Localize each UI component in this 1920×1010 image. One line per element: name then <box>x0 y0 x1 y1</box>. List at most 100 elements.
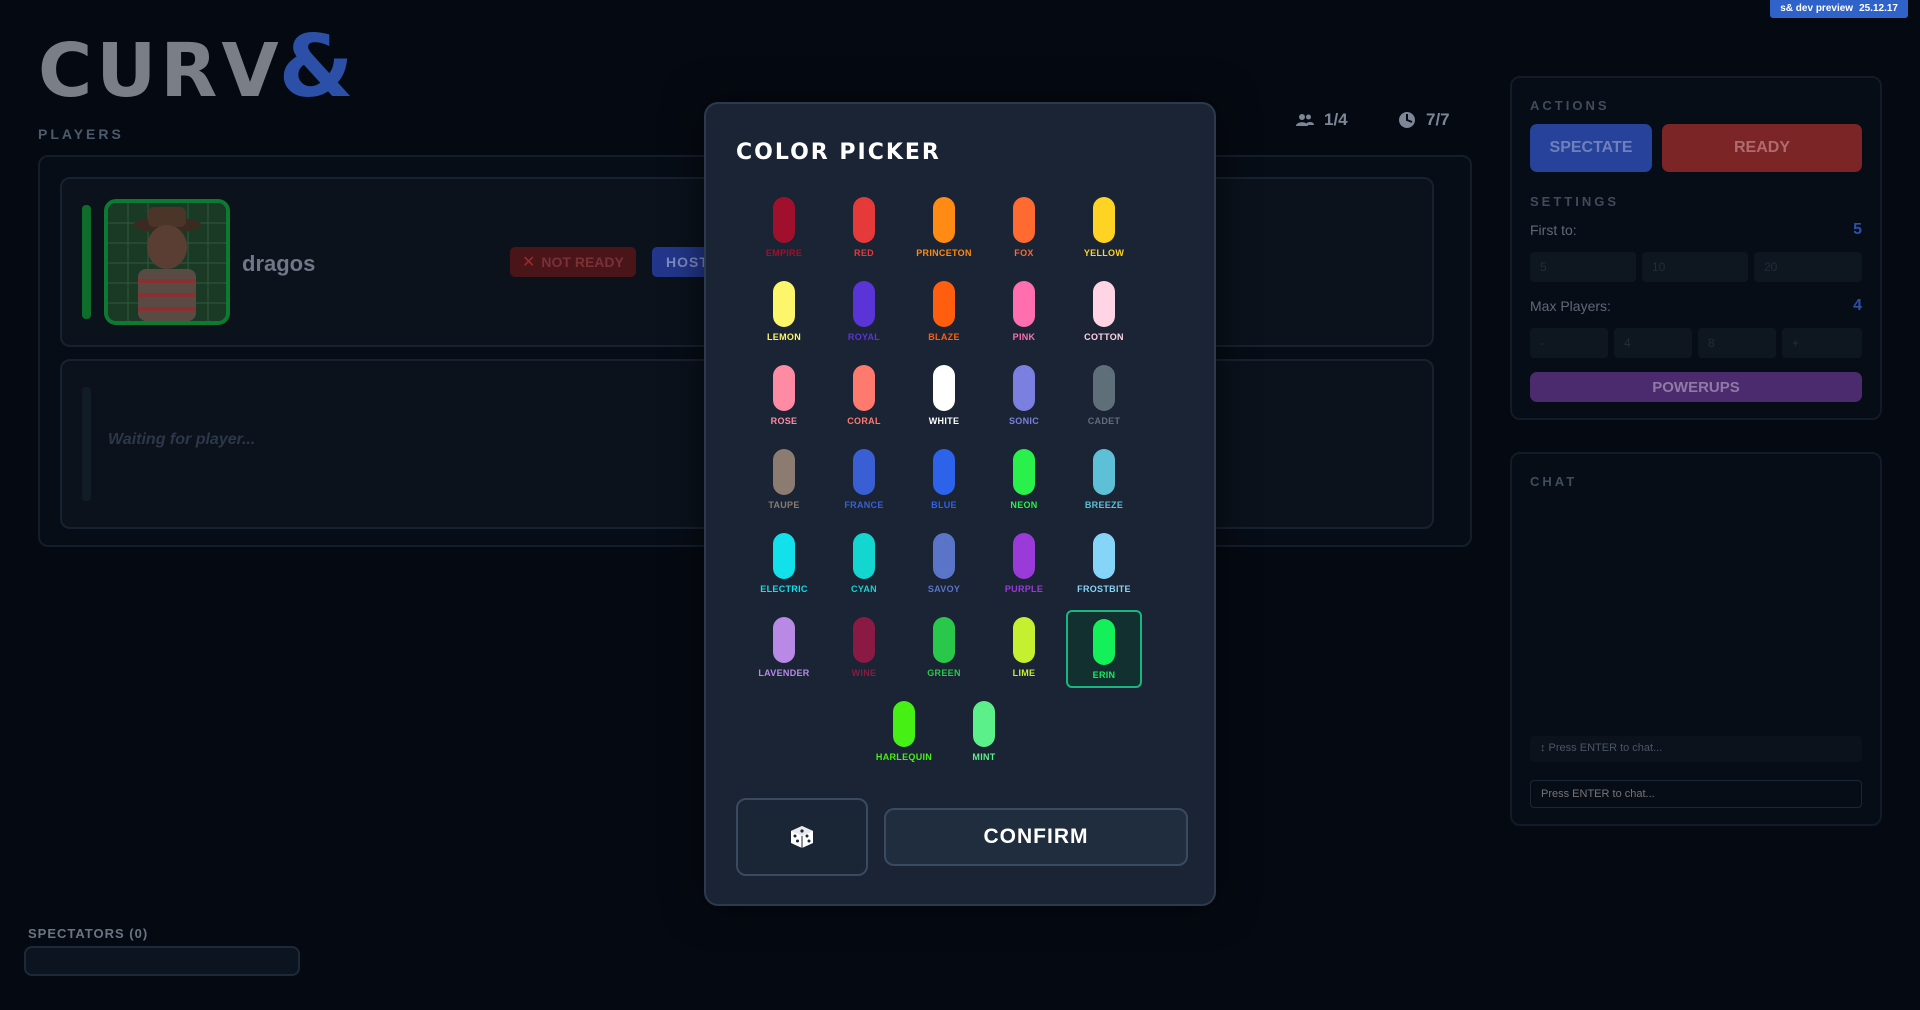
confirm-button[interactable]: CONFIRM <box>884 808 1188 866</box>
player-color-bar <box>82 205 91 319</box>
color-swatch <box>893 701 915 747</box>
avatar-image <box>108 203 226 321</box>
color-swatch <box>933 281 955 327</box>
color-swatch <box>773 281 795 327</box>
color-option-cyan[interactable]: CYAN <box>826 526 902 604</box>
color-swatch <box>1013 365 1035 411</box>
color-option-lemon[interactable]: LEMON <box>746 274 822 352</box>
color-option-white[interactable]: WHITE <box>906 358 982 436</box>
color-option-france[interactable]: FRANCE <box>826 442 902 520</box>
spectate-button[interactable]: SPECTATE <box>1530 124 1652 172</box>
avatar[interactable] <box>104 199 230 325</box>
first-to-option[interactable]: 10 <box>1642 252 1748 282</box>
color-option-lavender[interactable]: LAVENDER <box>746 610 822 688</box>
ready-button[interactable]: READY <box>1662 124 1862 172</box>
color-option-pink[interactable]: PINK <box>986 274 1062 352</box>
spectators-heading: SPECTATORS (0) <box>28 926 149 941</box>
color-swatch <box>1093 533 1115 579</box>
color-label: PURPLE <box>1004 584 1044 594</box>
color-option-red[interactable]: RED <box>826 190 902 268</box>
color-option-cotton[interactable]: COTTON <box>1066 274 1142 352</box>
color-label: GREEN <box>927 668 961 678</box>
chat-input[interactable] <box>1530 780 1862 808</box>
color-swatch <box>773 533 795 579</box>
color-option-cadet[interactable]: CADET <box>1066 358 1142 436</box>
color-option-coral[interactable]: CORAL <box>826 358 902 436</box>
actions-panel: ACTIONS SPECTATE READY SETTINGS First to… <box>1510 76 1882 420</box>
first-to-value: 5 <box>1853 221 1862 238</box>
powerups-button[interactable]: POWERUPS <box>1530 372 1862 402</box>
max-players-option[interactable]: 8 <box>1698 328 1776 358</box>
color-swatch <box>1013 281 1035 327</box>
color-swatch <box>773 365 795 411</box>
color-option-electric[interactable]: ELECTRIC <box>746 526 822 604</box>
color-swatch <box>1013 617 1035 663</box>
status-badge: ✕ NOT READY <box>510 247 636 277</box>
color-label: BREEZE <box>1084 500 1124 510</box>
settings-heading: SETTINGS <box>1530 194 1620 209</box>
color-option-yellow[interactable]: YELLOW <box>1066 190 1142 268</box>
color-swatch <box>1093 281 1115 327</box>
color-option-taupe[interactable]: TAUPE <box>746 442 822 520</box>
color-option-wine[interactable]: WINE <box>826 610 902 688</box>
color-label: LIME <box>1012 668 1036 678</box>
color-swatch <box>1013 533 1035 579</box>
color-label: NEON <box>1010 500 1038 510</box>
color-swatch <box>853 281 875 327</box>
color-option-frostbite[interactable]: FROSTBITE <box>1066 526 1142 604</box>
logo-ampersand: & <box>278 17 358 117</box>
color-option-neon[interactable]: NEON <box>986 442 1062 520</box>
color-option-purple[interactable]: PURPLE <box>986 526 1062 604</box>
round-icon <box>1399 112 1415 128</box>
color-swatch <box>773 197 795 243</box>
color-label: BLUE <box>931 500 957 510</box>
first-to-label: First to: <box>1530 222 1577 238</box>
random-color-button[interactable] <box>736 798 868 876</box>
color-swatch <box>1093 449 1115 495</box>
color-option-blue[interactable]: BLUE <box>906 442 982 520</box>
color-swatch <box>1093 619 1115 665</box>
color-option-princeton[interactable]: PRINCETON <box>906 190 982 268</box>
color-option-fox[interactable]: FOX <box>986 190 1062 268</box>
color-swatch <box>853 617 875 663</box>
color-label: YELLOW <box>1083 248 1125 258</box>
color-option-blaze[interactable]: BLAZE <box>906 274 982 352</box>
max-players-option[interactable]: 4 <box>1614 328 1692 358</box>
spectators-list <box>24 946 300 976</box>
color-label: LAVENDER <box>758 668 810 678</box>
color-label: ERIN <box>1092 670 1116 680</box>
color-option-sonic[interactable]: SONIC <box>986 358 1062 436</box>
max-players-label: Max Players: <box>1530 298 1611 314</box>
color-option-royal[interactable]: ROYAL <box>826 274 902 352</box>
color-label: MINT <box>972 752 996 762</box>
color-label: PRINCETON <box>916 248 972 258</box>
color-option-green[interactable]: GREEN <box>906 610 982 688</box>
color-option-rose[interactable]: ROSE <box>746 358 822 436</box>
color-label: CADET <box>1087 416 1121 426</box>
color-label: RED <box>854 248 874 258</box>
color-option-mint[interactable]: MINT <box>946 694 1022 772</box>
color-label: SONIC <box>1008 416 1039 426</box>
color-option-lime[interactable]: LIME <box>986 610 1062 688</box>
dev-preview-version: 25.12.17 <box>1859 3 1898 14</box>
color-label: HARLEQUIN <box>875 752 933 762</box>
color-option-breeze[interactable]: BREEZE <box>1066 442 1142 520</box>
color-swatch <box>933 617 955 663</box>
color-swatch <box>853 533 875 579</box>
color-option-empire[interactable]: EMPIRE <box>746 190 822 268</box>
max-players-option[interactable]: + <box>1782 328 1862 358</box>
max-players-option[interactable]: - <box>1530 328 1608 358</box>
dice-icon <box>791 826 813 848</box>
color-label: FRANCE <box>844 500 884 510</box>
color-option-savoy[interactable]: SAVOY <box>906 526 982 604</box>
color-option-erin[interactable]: ERIN <box>1066 610 1142 688</box>
dev-preview-badge: s& dev preview 25.12.17 <box>1770 0 1908 18</box>
first-to-option[interactable]: 5 <box>1530 252 1636 282</box>
color-swatch <box>933 449 955 495</box>
users-icon <box>1296 114 1314 126</box>
chat-panel: CHAT ↕ Press ENTER to chat... <box>1510 452 1882 826</box>
first-to-option[interactable]: 20 <box>1754 252 1862 282</box>
color-swatch <box>773 449 795 495</box>
color-option-harlequin[interactable]: HARLEQUIN <box>866 694 942 772</box>
color-label: FROSTBITE <box>1077 584 1131 594</box>
